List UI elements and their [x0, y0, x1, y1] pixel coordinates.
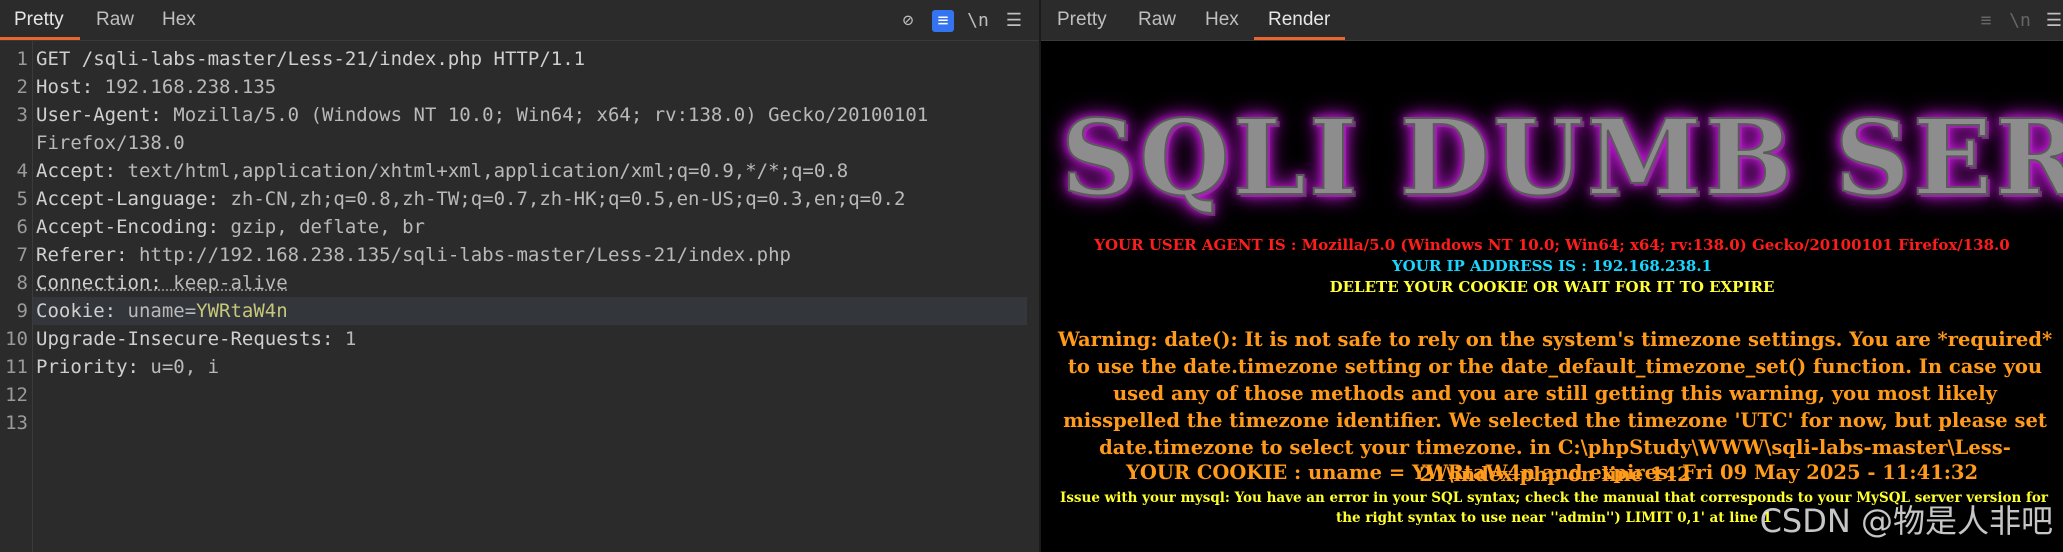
tab-pretty[interactable]: Pretty — [14, 6, 64, 34]
active-tab-indicator — [1254, 37, 1345, 40]
wrap-lines-icon[interactable]: ≡ — [1975, 10, 1997, 32]
delete-cookie-text: DELETE YOUR COOKIE OR WAIT FOR IT TO EXP… — [1329, 278, 1775, 296]
wrap-lines-icon[interactable]: ≡ — [932, 10, 954, 32]
line-number: 10 — [5, 328, 28, 350]
header-line: Priority: u=0, i — [36, 356, 220, 378]
response-tabbar: Pretty Raw Hex Render ≡ \n ☰ — [1041, 0, 2063, 41]
line-number: 2 — [16, 76, 28, 98]
active-tab-indicator — [0, 37, 80, 40]
menu-icon[interactable]: ☰ — [1003, 10, 1025, 32]
line-number: 9 — [16, 300, 28, 322]
header-line: Accept-Encoding: gzip, deflate, br — [36, 216, 425, 238]
line-number: 1 — [16, 48, 28, 70]
line-number: 5 — [16, 188, 28, 210]
header-line-wrap: Firefox/138.0 — [36, 132, 185, 154]
eye-off-icon[interactable]: ⊘ — [897, 10, 919, 32]
request-line: GET /sqli-labs-master/Less-21/index.php … — [36, 48, 586, 70]
burp-response-view: Pretty Raw Hex ⊘ ≡ \n ☰ 1 GET /sqli-labs… — [0, 0, 2063, 552]
line-number: 4 — [16, 160, 28, 182]
header-line: Upgrade-Insecure-Requests: 1 — [36, 328, 357, 350]
tab-hex[interactable]: Hex — [1205, 6, 1239, 34]
tab-raw[interactable]: Raw — [1138, 6, 1176, 34]
cookie-text: YOUR COOKIE : uname = YWRtaW4n and expir… — [1125, 461, 1979, 484]
request-tabbar: Pretty Raw Hex ⊘ ≡ \n ☰ — [0, 0, 1039, 41]
series-banner: SQLI DUMB SERIES-21 — [1060, 95, 2063, 220]
header-line: Accept-Language: zh-CN,zh;q=0.8,zh-TW;q=… — [36, 188, 906, 210]
header-line: Referer: http://192.168.238.135/sqli-lab… — [36, 244, 791, 266]
line-number: 13 — [5, 412, 28, 434]
line-number: 8 — [16, 272, 28, 294]
tab-pretty[interactable]: Pretty — [1057, 6, 1107, 34]
request-editor[interactable]: 1 GET /sqli-labs-master/Less-21/index.ph… — [0, 41, 1039, 552]
line-number: 7 — [16, 244, 28, 266]
ip-address-text: YOUR IP ADDRESS IS : 192.168.238.1 — [1391, 257, 1713, 275]
tab-render[interactable]: Render — [1268, 6, 1330, 34]
cookie-header-line: Cookie: uname=YWRtaW4n — [36, 300, 288, 322]
header-line: Host: 192.168.238.135 — [36, 76, 277, 98]
newline-icon[interactable]: \n — [967, 10, 989, 32]
rendered-page: SQLI DUMB SERIES-21 YOUR USER AGENT IS :… — [1041, 41, 2063, 552]
line-number: 3 — [16, 104, 28, 126]
header-line: Connection: keep-alive — [36, 272, 288, 294]
line-number: 11 — [5, 356, 28, 378]
tab-raw[interactable]: Raw — [96, 6, 134, 34]
user-agent-text: YOUR USER AGENT IS : Mozilla/5.0 (Window… — [1094, 236, 2010, 254]
newline-icon[interactable]: \n — [2009, 10, 2031, 32]
header-line: User-Agent: Mozilla/5.0 (Windows NT 10.0… — [36, 104, 929, 126]
response-pane: Pretty Raw Hex Render ≡ \n ☰ SQLI DUMB S… — [1041, 0, 2063, 552]
csdn-watermark: CSDN @物是人非吧 — [1759, 502, 2053, 540]
menu-icon[interactable]: ☰ — [2043, 10, 2063, 32]
line-number: 6 — [16, 216, 28, 238]
request-pane: Pretty Raw Hex ⊘ ≡ \n ☰ 1 GET /sqli-labs… — [0, 0, 1039, 552]
header-line: Accept: text/html,application/xhtml+xml,… — [36, 160, 849, 182]
line-number: 12 — [5, 384, 28, 406]
tab-hex[interactable]: Hex — [162, 6, 196, 34]
